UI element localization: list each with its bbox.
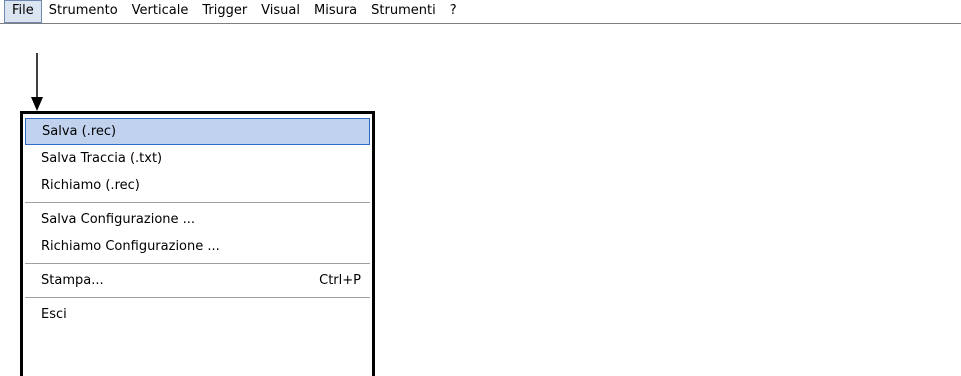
menu-item-richiamo-rec[interactable]: Richiamo (.rec) <box>25 172 370 199</box>
menu-visual[interactable]: Visual <box>254 0 307 23</box>
menu-item-label: Richiamo (.rec) <box>41 178 140 193</box>
menu-verticale[interactable]: Verticale <box>125 0 196 23</box>
file-dropdown-menu: Salva (.rec) Salva Traccia (.txt) Richia… <box>20 111 375 376</box>
menu-item-salva-rec[interactable]: Salva (.rec) <box>25 118 370 145</box>
menu-item-label: Esci <box>41 307 67 322</box>
menu-separator <box>25 263 370 264</box>
menu-trigger[interactable]: Trigger <box>195 0 254 23</box>
menu-item-salva-traccia[interactable]: Salva Traccia (.txt) <box>25 145 370 172</box>
menu-misura[interactable]: Misura <box>307 0 364 23</box>
menu-separator <box>25 297 370 298</box>
menu-item-label: Salva Configurazione ... <box>41 212 196 227</box>
down-arrow-icon <box>31 53 43 111</box>
menu-item-richiamo-configurazione[interactable]: Richiamo Configurazione ... <box>25 233 370 260</box>
menu-item-label: Salva Traccia (.txt) <box>41 151 163 166</box>
menu-item-label: Stampa... <box>41 273 104 288</box>
menu-item-shortcut: Ctrl+P <box>319 273 361 288</box>
menu-item-stampa[interactable]: Stampa... Ctrl+P <box>25 267 370 294</box>
menu-item-salva-configurazione[interactable]: Salva Configurazione ... <box>25 206 370 233</box>
menu-file[interactable]: File <box>4 0 42 23</box>
menu-strumenti[interactable]: Strumenti <box>364 0 443 23</box>
menu-strumento[interactable]: Strumento <box>42 0 125 23</box>
menu-item-esci[interactable]: Esci <box>25 301 370 328</box>
menu-item-label: Salva (.rec) <box>42 124 117 139</box>
menu-item-label: Richiamo Configurazione ... <box>41 239 220 254</box>
menu-bar: File Strumento Verticale Trigger Visual … <box>0 0 961 24</box>
menu-separator <box>25 202 370 203</box>
menu-help[interactable]: ? <box>443 0 464 23</box>
